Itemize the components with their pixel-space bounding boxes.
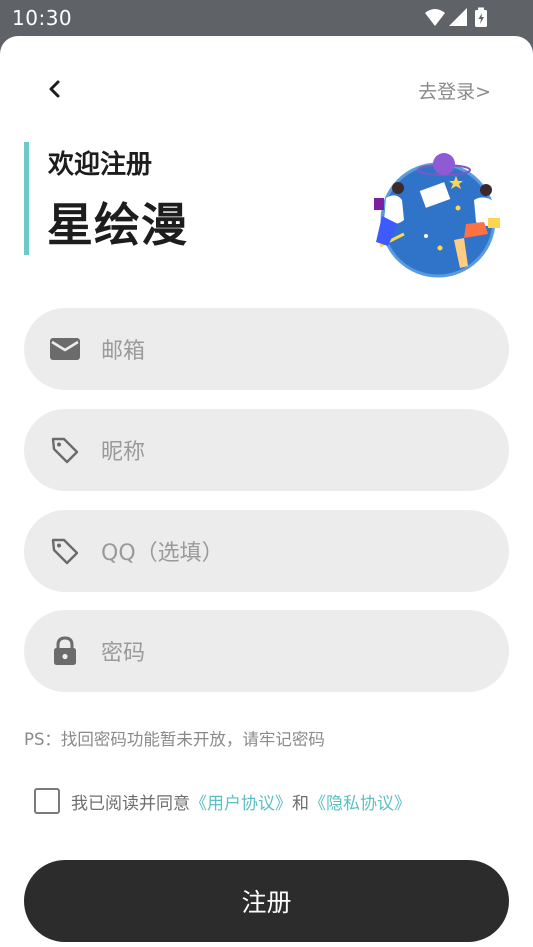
status-bar: 10:30 — [0, 0, 533, 36]
qq-field[interactable]: QQ（选填） — [24, 510, 509, 592]
accent-bar — [24, 142, 29, 255]
agreement-prefix: 我已阅读并同意 — [71, 793, 190, 814]
agreement-conjunction: 和 — [292, 793, 309, 814]
lock-icon — [54, 636, 76, 665]
tag-icon — [51, 437, 79, 464]
email-field[interactable]: 邮箱 — [24, 308, 509, 390]
agree-checkbox[interactable] — [34, 788, 60, 814]
battery-icon — [475, 7, 487, 27]
user-agreement-link[interactable]: 《用户协议》 — [190, 794, 292, 814]
agreement-text: 我已阅读并同意《用户协议》和《隐私协议》 — [71, 789, 411, 814]
signal-icon — [449, 8, 467, 26]
go-login-link[interactable]: 去登录> — [418, 77, 491, 104]
status-icons — [423, 7, 493, 29]
qq-placeholder: QQ（选填） — [101, 541, 224, 566]
register-sheet: 去登录> 欢迎注册 星绘漫 邮箱 昵称 QQ（选填） 密码 PS：找回密码功能暂… — [0, 36, 533, 947]
register-button[interactable]: 注册 — [24, 860, 509, 942]
back-button[interactable] — [40, 74, 68, 104]
nickname-field[interactable]: 昵称 — [24, 409, 509, 491]
hero-illustration — [374, 153, 500, 278]
ps-note: PS：找回密码功能暂未开放，请牢记密码 — [24, 730, 325, 749]
status-time: 10:30 — [12, 6, 73, 30]
back-arrow-icon — [49, 80, 60, 98]
nickname-placeholder: 昵称 — [101, 440, 146, 465]
password-field[interactable]: 密码 — [24, 610, 509, 692]
email-placeholder: 邮箱 — [101, 339, 146, 364]
agreement-row: 我已阅读并同意《用户协议》和《隐私协议》 — [34, 788, 411, 814]
brand-name: 星绘漫 — [47, 198, 188, 252]
wifi-icon — [425, 9, 445, 26]
welcome-title: 欢迎注册 — [48, 150, 153, 180]
tag-icon — [51, 538, 79, 565]
privacy-agreement-link[interactable]: 《隐私协议》 — [309, 794, 411, 814]
mail-icon — [50, 338, 80, 360]
password-placeholder: 密码 — [101, 641, 146, 666]
